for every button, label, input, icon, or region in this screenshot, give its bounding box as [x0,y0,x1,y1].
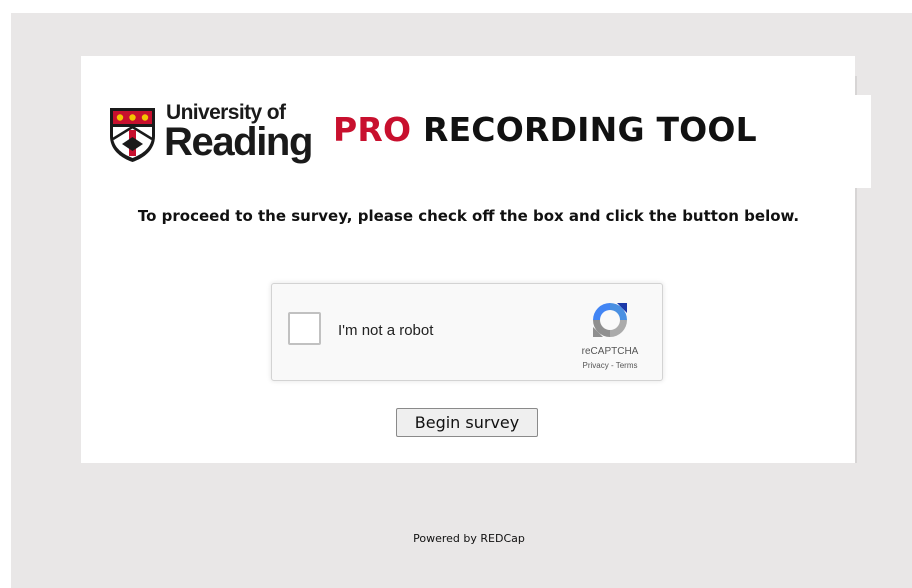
terms-link[interactable]: Terms [616,361,638,370]
instruction-text: To proceed to the survey, please check o… [137,207,800,225]
recaptcha-brand: reCAPTCHA [581,346,639,357]
title-main: RECORDING TOOL [422,110,757,149]
page-title: PRO RECORDING TOOL [333,110,757,149]
university-crest-icon [110,108,155,162]
privacy-link[interactable]: Privacy [583,361,609,370]
recaptcha-label: I'm not a robot [338,322,434,339]
recaptcha-logo-icon [593,303,627,337]
recaptcha-links: Privacy - Terms [566,361,654,370]
links-separator: - [608,361,616,370]
university-logo: University of Reading [108,101,313,171]
header-strip [855,95,871,188]
recaptcha-widget: I'm not a robot reCAPTCHA Privacy - Term… [271,283,663,381]
title-accent: PRO [333,110,412,149]
footer-text: Powered by REDCap [413,532,525,545]
logo-line-2: Reading [164,120,313,164]
begin-survey-button[interactable]: Begin survey [396,408,538,437]
recaptcha-checkbox[interactable] [288,312,321,345]
